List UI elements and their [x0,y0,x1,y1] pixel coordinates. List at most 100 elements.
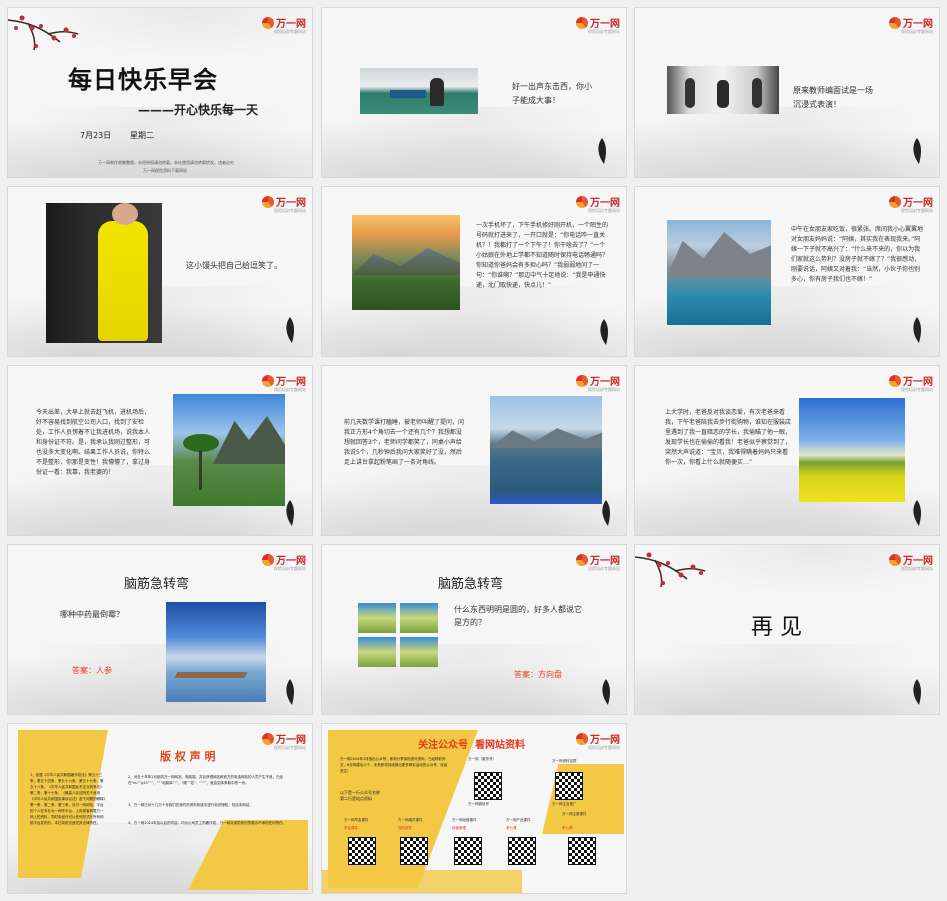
logo-mark-icon [576,732,588,745]
logo-text: 万一网 [903,19,933,30]
slide-caption: 原来教师编面试是一场沉浸式表演！ [793,86,873,109]
qr-code[interactable] [348,837,376,865]
logo-tagline: 保险培训专题网站 [274,29,306,34]
qr-caption: 老七课 [562,826,573,830]
logo-tagline: 保险培训专题网站 [588,566,620,571]
qr-label: 万一网微信号 [468,802,489,806]
logo-tagline: 保险培训专题网站 [901,29,933,34]
grid-tile [358,603,396,633]
logo: 万一网 保险培训专题网站 [889,373,933,392]
slide-thumbnail-9[interactable]: 万一网 保险培训专题网站 上大学时，老爸反对我谈恋爱，有次老爸来看我，下午老爸陪我… [634,365,940,536]
qr-code[interactable] [568,837,596,865]
slide-caption: 好一出声东击西，你小子能成大事！ [512,82,592,105]
riddle-answer: 答案：方向盘 [514,669,562,680]
ink-bird-icon [913,679,921,705]
logo: 万一网 保险培训专题网站 [576,373,620,392]
slide-photo [166,602,266,702]
qr-label: 万一网资料站群 [552,759,577,763]
photo-mountain [490,428,602,448]
slide-thumbnail-6[interactable]: 万一网 保险培训专题网站 中午在女朋友家吃饭，很紧张。席间我小心翼翼地对女朋友妈妈… [634,186,940,357]
ink-bird-icon [602,679,610,705]
logo-tagline: 保险培训专题网站 [901,208,933,213]
logo: 万一网 保险培训专题网站 [262,194,306,213]
date-label: 7月23日 [80,131,112,140]
ink-bird-icon [286,679,294,705]
qr-code[interactable] [508,837,536,865]
slide-photo-grid [358,603,438,667]
answer-label: 答案： [72,666,96,675]
logo-tagline: 保险培训专题网站 [588,208,620,213]
photo-figure [430,78,444,106]
slide-thumbnail-12[interactable]: 万一网 保险培训专题网站 再 见 [634,544,940,715]
slide-thumbnail-8[interactable]: 万一网 保险培训专题网站 前几天数学课打瞌睡，被老师叫醒了提问，问我正方形4个角切… [321,365,627,536]
logo-text: 万一网 [903,377,933,388]
logo-mark-icon [262,195,274,208]
footer-note-2: 万一网保险资料下载网站 [143,168,187,173]
yellow-panel [322,870,522,893]
photo-trunk [199,450,202,490]
qr-label: 万一网主页推广 [552,802,577,806]
logo-tagline: 保险培训专题网站 [588,745,620,750]
answer-value: 人参 [96,666,112,675]
logo-tagline: 保险培训专题网站 [274,745,306,750]
logo-mark-icon [576,16,588,29]
ink-mist [8,644,312,714]
photo-figure [752,78,762,108]
riddle-question: 什么东西明明是圆的，好多人都说它是方的？ [454,605,582,627]
photo-mountain [213,416,285,464]
slide-thumbnail-2[interactable]: 万一网 保险培训专题网站 好一出声东击西，你小子能成大事！ [321,7,627,178]
logo-mark-icon [262,374,274,387]
photo-figure [717,80,729,108]
slide-photo [46,203,162,343]
logo-text: 万一网 [590,198,620,209]
answer-label: 答案： [514,670,538,679]
slide-thumbnail-10[interactable]: 万一网 保险培训专题网站 脑筋急转弯 哪种中药最倒霉？ 答案：人参 [7,544,313,715]
logo: 万一网 保险培训专题网站 [576,552,620,571]
qr-label: 万一网经营课件 [452,818,477,822]
slide-thumbnail-11[interactable]: 万一网 保险培训专题网站 脑筋急转弯 什么东西明明是圆的，好多人都说它是方的？ 答… [321,544,627,715]
logo-tagline: 保险培训专题网站 [274,387,306,392]
slide-thumbnail-13[interactable]: 万一网 保险培训专题网站 版 权 声 明 1、依据《中华人民共和国著作权法》第五十… [7,723,313,894]
qr-code[interactable] [454,837,482,865]
copyright-para-3: 3、万一网已对十几万十年我们在我们的资料系统中进行标识授权，包括本网站。 [128,803,253,807]
logo-text: 万一网 [590,377,620,388]
qr-code[interactable] [555,772,583,800]
slide-caption: 今天出差，大早上就去赶飞机，进机场后，好不容易找到航空公司入口，找到了安检处，工… [36,409,151,476]
photo-table [390,90,426,98]
ink-bird-icon [286,317,294,343]
slide-thumbnail-1[interactable]: 万一网 保险培训专题网站 每日快乐早会 ———开心快乐每一天 7月23日 星期二 … [7,7,313,178]
slide-subtitle: ———开心快乐每一天 [138,103,259,117]
slide-caption: 上大学时，老爸反对我谈恋爱，有次老爸来看我，下午老爸陪我去步行街购物，谁知在服装… [665,409,792,466]
slide-thumbnail-7[interactable]: 万一网 保险培训专题网站 今天出差，大早上就去赶飞机，进机场后，好不容易找到航空公… [7,365,313,536]
logo-tagline: 保险培训专题网站 [901,566,933,571]
logo-tagline: 保险培训专题网站 [588,387,620,392]
plum-blossom-branch [8,15,79,51]
slide-heading: 脑筋急转弯 [124,577,190,592]
logo: 万一网 保险培训专题网站 [889,194,933,213]
slide-thumbnail-3[interactable]: 万一网 保险培训专题网站 原来教师编面试是一场沉浸式表演！ [634,7,940,178]
logo-mark-icon [889,195,901,208]
slide-caption: 一次手机坏了，下午手机修好刚开机，一个陌生的号码就打进来了，一开口就是：“你电话… [476,222,609,289]
logo-mark-icon [889,16,901,29]
copyright-para-2: 2、对在十年年2月起向万一网网站、电脑端、并且获得网站和官方的电话网站的人员产生… [128,775,283,785]
slide-thumbnail-5[interactable]: 万一网 保险培训专题网站 一次手机坏了，下午手机修好刚开机，一个陌生的号码就打进来… [321,186,627,357]
slide-thumbnail-14[interactable]: 万一网 保险培训专题网站 关注公众号 看网站资料 万一网2024年3月推出公众号，… [321,723,627,894]
intro-line-3: 第二行是站点资料 [340,796,372,801]
copyright-para-4: 4、万一网2024年及以后的内容，均为公司员工的著作权，万一网对保险知识的展示不… [128,821,287,825]
riddle-question: 哪种中药最倒霉？ [60,610,124,619]
logo-text: 万一网 [903,556,933,567]
logo-text: 万一网 [590,735,620,746]
qr-code[interactable] [474,772,502,800]
slide-title: 每日快乐早会 [68,66,218,94]
logo-mark-icon [576,195,588,208]
ink-bird-icon [913,500,921,526]
slide-heading: 关注公众号 看网站资料 [418,740,525,751]
plum-blossom-branch [635,552,706,588]
ink-mist [635,107,939,177]
slide-photo [352,215,460,310]
logo-mark-icon [889,553,901,566]
slide-thumbnail-4[interactable]: 万一网 保险培训专题网站 这小馒头把自己给逗笑了。 [7,186,313,357]
qr-code[interactable] [400,837,428,865]
slide-caption: 中午在女朋友家吃饭，很紧张。席间我小心翼翼地对女朋友妈妈说：“阿姨，其实我在表现… [791,226,924,283]
photo-dress [98,221,148,341]
